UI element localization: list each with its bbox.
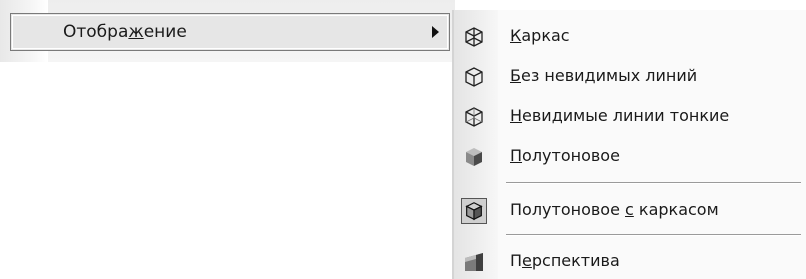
menu-item-no-hidden-lines-label: Без невидимых линий (510, 66, 698, 85)
menu-item-wireframe-label: Каркас (510, 26, 570, 45)
menu-item-thin-hidden-lines-label: Невидимые линии тонкие (510, 106, 730, 125)
menu-item-wireframe[interactable]: Каркас (454, 18, 806, 54)
menu-separator (506, 182, 801, 184)
menu-separator (506, 234, 801, 236)
menu-item-shaded-label: Полутоновое (510, 146, 620, 165)
thin-hidden-lines-cube-icon (461, 104, 487, 130)
menu-item-perspective-label: Перспектива (510, 251, 620, 270)
submenu-arrow-icon (432, 26, 439, 38)
menu-item-no-hidden-lines[interactable]: Без невидимых линий (454, 58, 806, 94)
menu-item-display-label: Отображение (63, 22, 187, 42)
hidden-lines-removed-cube-icon (461, 64, 487, 90)
menu-item-thin-hidden-lines[interactable]: Невидимые линии тонкие (454, 98, 806, 134)
wireframe-cube-icon (461, 24, 487, 50)
perspective-icon (461, 249, 487, 275)
menu-item-shaded[interactable]: Полутоновое (454, 138, 806, 174)
menu-item-shaded-wireframe-label: Полутоновое с каркасом (510, 200, 719, 219)
display-submenu: Каркас Без невидимых линий Невидимые лин… (452, 10, 806, 279)
menu-item-shaded-wireframe[interactable]: Полутоновое с каркасом (454, 192, 806, 228)
shaded-wireframe-cube-icon (461, 198, 487, 224)
menu-item-perspective[interactable]: Перспектива (454, 243, 806, 279)
menu-item-display[interactable]: Отображение (10, 13, 450, 51)
shaded-cube-icon (461, 144, 487, 170)
parent-menu: Отображение (0, 0, 455, 62)
